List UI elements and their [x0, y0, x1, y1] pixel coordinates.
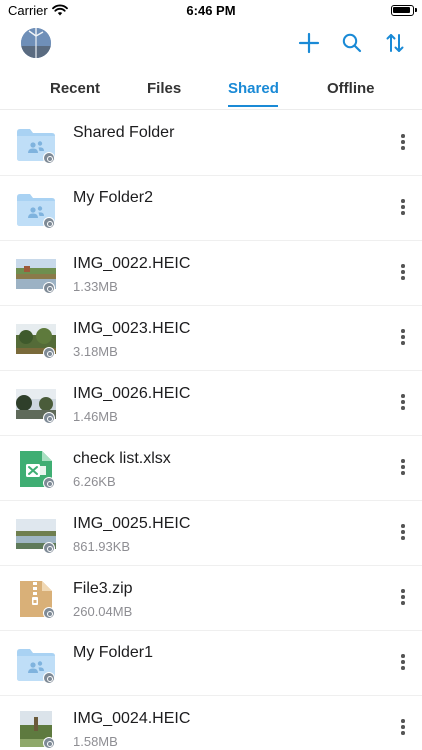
shared-badge-icon — [43, 542, 55, 554]
file-name: My Folder2 — [73, 189, 154, 206]
list-item[interactable]: IMG_0022.HEIC 1.33MB — [0, 241, 422, 306]
file-list: Shared Folder My Folder2 IMG_0022.HEIC 1… — [0, 111, 422, 750]
shared-badge-icon — [43, 737, 55, 749]
file-size: 1.33MB — [73, 279, 118, 294]
file-name: Shared Folder — [73, 124, 175, 141]
more-options-icon[interactable] — [398, 134, 408, 152]
more-options-icon[interactable] — [398, 329, 408, 347]
file-size: 861.93KB — [73, 539, 131, 554]
shared-badge-icon — [43, 152, 55, 164]
file-size: 3.18MB — [73, 344, 118, 359]
file-size: 6.26KB — [73, 474, 116, 489]
clock: 6:46 PM — [186, 3, 236, 18]
search-icon[interactable] — [341, 32, 363, 54]
avatar[interactable] — [21, 28, 51, 58]
battery-icon — [391, 5, 417, 16]
more-options-icon[interactable] — [398, 459, 408, 477]
shared-badge-icon — [43, 672, 55, 684]
add-icon[interactable] — [298, 32, 320, 54]
list-item[interactable]: My Folder2 — [0, 176, 422, 241]
shared-badge-icon — [43, 607, 55, 619]
shared-badge-icon — [43, 347, 55, 359]
tab-files[interactable]: Files — [147, 80, 181, 97]
sort-icon[interactable] — [384, 32, 406, 54]
file-name: File3.zip — [73, 580, 133, 597]
file-name: IMG_0023.HEIC — [73, 320, 191, 337]
more-options-icon[interactable] — [398, 264, 408, 282]
file-size: 1.46MB — [73, 409, 118, 424]
list-item[interactable]: IMG_0026.HEIC 1.46MB — [0, 371, 422, 436]
more-options-icon[interactable] — [398, 199, 408, 217]
more-options-icon[interactable] — [398, 654, 408, 672]
list-item[interactable]: IMG_0023.HEIC 3.18MB — [0, 306, 422, 371]
file-size: 1.58MB — [73, 734, 118, 749]
file-name: IMG_0024.HEIC — [73, 710, 191, 727]
more-options-icon[interactable] — [398, 719, 408, 737]
list-item[interactable]: File3.zip 260.04MB — [0, 566, 422, 631]
tab-bar: Recent Files Shared Offline — [0, 70, 422, 110]
active-tab-indicator — [228, 105, 278, 107]
shared-badge-icon — [43, 412, 55, 424]
more-options-icon[interactable] — [398, 524, 408, 542]
file-name: IMG_0025.HEIC — [73, 515, 191, 532]
file-name: check list.xlsx — [73, 450, 171, 467]
file-name: My Folder1 — [73, 644, 154, 661]
list-item[interactable]: check list.xlsx 6.26KB — [0, 436, 422, 501]
list-item[interactable]: IMG_0025.HEIC 861.93KB — [0, 501, 422, 566]
tab-recent[interactable]: Recent — [50, 80, 100, 97]
more-options-icon[interactable] — [398, 394, 408, 412]
shared-badge-icon — [43, 477, 55, 489]
list-item[interactable]: My Folder1 — [0, 631, 422, 696]
file-name: IMG_0026.HEIC — [73, 385, 191, 402]
shared-badge-icon — [43, 282, 55, 294]
more-options-icon[interactable] — [398, 589, 408, 607]
tab-offline[interactable]: Offline — [327, 80, 375, 97]
list-item[interactable]: Shared Folder — [0, 111, 422, 176]
tab-shared[interactable]: Shared — [228, 80, 279, 97]
file-name: IMG_0022.HEIC — [73, 255, 191, 272]
status-bar: Carrier 6:46 PM — [0, 0, 422, 22]
file-size: 260.04MB — [73, 604, 133, 619]
shared-badge-icon — [43, 217, 55, 229]
list-item[interactable]: IMG_0024.HEIC 1.58MB — [0, 696, 422, 750]
